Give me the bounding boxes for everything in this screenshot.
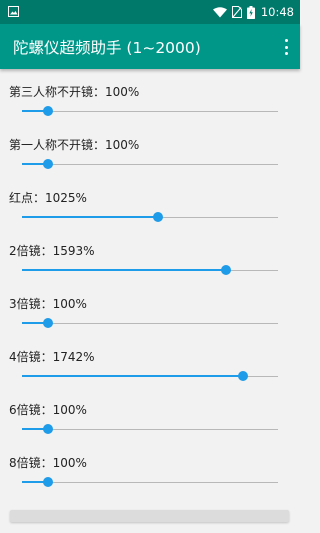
slider-thumb[interactable] — [220, 265, 231, 275]
sensitivity-slider[interactable] — [22, 105, 278, 117]
slider-thumb[interactable] — [238, 371, 249, 381]
sensitivity-slider[interactable] — [22, 423, 278, 435]
sensitivity-slider[interactable] — [22, 476, 278, 488]
slider-track — [22, 428, 278, 430]
menu-dot — [284, 52, 288, 55]
slider-thumb[interactable] — [152, 212, 163, 222]
setting-row: 4倍镜：1742% — [0, 348, 300, 400]
setting-label: 3倍镜：100% — [9, 297, 87, 311]
app-bar: 陀螺仪超频助手 (1~2000) — [0, 24, 300, 69]
menu-dot — [284, 45, 288, 49]
sensitivity-slider[interactable] — [22, 211, 278, 223]
slider-thumb[interactable] — [42, 106, 53, 116]
setting-row: 第三人称不开镜：100% — [0, 83, 300, 135]
setting-row: 6倍镜：100% — [0, 401, 300, 453]
slider-track — [22, 481, 278, 483]
setting-row: 红点：1025% — [0, 189, 300, 241]
slider-thumb[interactable] — [42, 477, 53, 487]
wifi-icon — [212, 6, 227, 17]
status-bar: 10:48 — [0, 0, 300, 24]
sensitivity-slider[interactable] — [22, 264, 278, 276]
overflow-menu-icon[interactable] — [282, 38, 290, 56]
setting-row: 3倍镜：100% — [0, 295, 300, 347]
slider-fill — [22, 269, 226, 271]
sensitivity-slider[interactable] — [22, 158, 278, 170]
status-time: 10:48 — [260, 5, 294, 19]
slider-fill — [22, 216, 158, 218]
sensitivity-slider[interactable] — [22, 317, 278, 329]
menu-dot — [284, 39, 288, 42]
setting-label: 6倍镜：100% — [9, 403, 87, 417]
setting-label: 2倍镜：1593% — [9, 244, 95, 258]
slider-thumb[interactable] — [42, 318, 53, 328]
sensitivity-slider[interactable] — [22, 370, 278, 382]
setting-row: 第一人称不开镜：100% — [0, 136, 300, 188]
no-sim-icon — [231, 6, 242, 18]
slider-thumb[interactable] — [42, 159, 53, 169]
setting-label: 8倍镜：100% — [9, 456, 87, 470]
setting-row: 2倍镜：1593% — [0, 242, 300, 294]
settings-list: 第三人称不开镜：100% 第一人称不开镜：100% 红点：1025% 2倍镜：1… — [0, 69, 300, 533]
slider-track — [22, 322, 278, 324]
setting-label: 4倍镜：1742% — [9, 350, 95, 364]
app-title: 陀螺仪超频助手 (1~2000) — [13, 39, 201, 57]
battery-charging-icon — [246, 5, 255, 19]
slider-track — [22, 110, 278, 112]
status-icons: 10:48 — [212, 0, 294, 24]
setting-label: 红点：1025% — [9, 191, 87, 205]
gallery-icon — [8, 6, 19, 17]
slider-track — [22, 163, 278, 165]
apply-button[interactable] — [10, 510, 289, 522]
setting-label: 第一人称不开镜：100% — [9, 138, 140, 152]
setting-row: 8倍镜：100% — [0, 454, 300, 506]
setting-label: 第三人称不开镜：100% — [9, 85, 140, 99]
slider-fill — [22, 375, 244, 377]
slider-thumb[interactable] — [42, 424, 53, 434]
